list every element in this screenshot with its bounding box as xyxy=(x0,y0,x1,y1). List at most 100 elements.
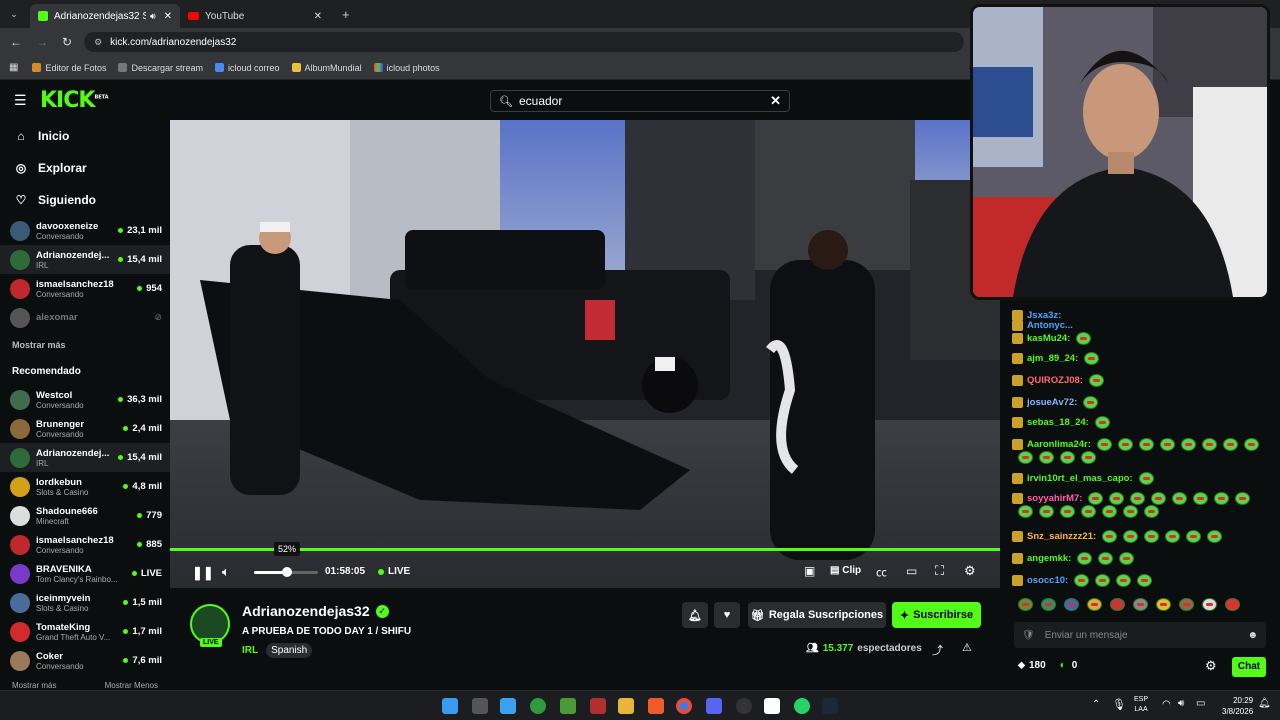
footer-show-more[interactable]: Mostrar más xyxy=(12,681,56,690)
new-tab-icon[interactable]: + xyxy=(342,7,350,22)
subscribe-button[interactable]: ✦ Suscribirse xyxy=(892,602,981,628)
kick-coin-icon[interactable]: ◐ xyxy=(1060,660,1066,671)
chat-username[interactable]: ajm_89_24: xyxy=(1027,353,1078,364)
brave-icon[interactable] xyxy=(648,698,664,714)
whatsapp-icon[interactable] xyxy=(794,698,810,714)
chat-username[interactable]: Snz_sainzzz21: xyxy=(1027,531,1096,542)
sidebar-channel[interactable]: Shadoune666 Minecraft 779 xyxy=(0,501,170,530)
emote-icon[interactable] xyxy=(1156,598,1171,611)
chat-username[interactable]: QUIROZJ08: xyxy=(1027,375,1083,386)
emote-icon[interactable] xyxy=(1110,598,1125,611)
close-tab-icon[interactable]: ✕ xyxy=(314,11,322,22)
pause-icon[interactable]: ❚❚ xyxy=(192,565,214,581)
bookmark-item[interactable]: AlbumMundial xyxy=(291,63,362,73)
bookmark-item[interactable]: Editor de Fotos xyxy=(32,63,106,73)
emote-icon[interactable] xyxy=(1064,598,1079,611)
volume-icon[interactable]: 🔈︎ xyxy=(222,564,230,580)
microphone-icon[interactable]: 🎙︎ xyxy=(1112,698,1126,711)
footer-show-less[interactable]: Mostrar Menos xyxy=(105,681,158,690)
language-bottom[interactable]: LAA xyxy=(1134,705,1148,715)
sidebar-channel[interactable]: lordkebun Slots & Casino 4,8 mil xyxy=(0,472,170,501)
language-top[interactable]: ESP xyxy=(1134,695,1148,705)
bookmark-item[interactable]: icloud photos xyxy=(373,63,440,73)
follow-button[interactable]: ♥ xyxy=(714,602,740,628)
chat-username[interactable]: angemkk: xyxy=(1027,553,1071,564)
volume-knob[interactable] xyxy=(282,567,293,577)
sidebar-channel[interactable]: BRAVENIKA Tom Clancy's Rainbo... LIVE xyxy=(0,559,170,588)
audio-icon[interactable]: 🔊︎ xyxy=(150,11,156,22)
search-input[interactable]: 🔍︎ ecuador ✕ xyxy=(490,90,790,112)
fullscreen-icon[interactable]: ⛶ xyxy=(935,563,944,579)
sidebar-channel[interactable]: Adrianozendej... IRL 15,4 mil xyxy=(0,443,170,472)
chat-send-button[interactable]: Chat xyxy=(1232,657,1266,677)
sidebar-channel[interactable]: Coker Conversando 7,6 mil xyxy=(0,646,170,675)
show-more-link[interactable]: Mostrar más xyxy=(0,332,170,358)
speaker-icon[interactable]: 🔊︎ xyxy=(1178,698,1184,709)
task-view-icon[interactable] xyxy=(472,698,488,714)
game-icon[interactable] xyxy=(590,698,606,714)
chat-username[interactable]: josueAv72: xyxy=(1027,397,1077,408)
tray-chevron-icon[interactable]: ⌃ xyxy=(1092,699,1100,710)
chat-username[interactable]: soyyahirM7: xyxy=(1027,493,1082,504)
reload-icon[interactable]: ↻ xyxy=(62,35,72,49)
gift-subs-button[interactable]: 🎁︎ Regala Suscripciones xyxy=(748,602,886,628)
video-player[interactable] xyxy=(170,120,1000,588)
sidebar-channel[interactable]: Adrianozendej... IRL 15,4 mil xyxy=(0,245,170,274)
clock-date[interactable]: 3/8/2026 xyxy=(1222,706,1253,717)
windows-start-icon[interactable] xyxy=(442,698,458,714)
sidebar-channel[interactable]: alexomar ⊘ xyxy=(0,303,170,332)
clear-search-icon[interactable]: ✕ xyxy=(770,93,781,109)
clip-button[interactable]: ▤ Clip xyxy=(830,565,861,576)
notifications-button[interactable]: 🔔︎ xyxy=(682,602,708,628)
theater-mode-icon[interactable]: ▣ xyxy=(804,564,815,578)
tab-youtube[interactable]: YouTube ✕ xyxy=(180,4,330,28)
emoji-icon[interactable]: ☻ xyxy=(1247,630,1258,641)
report-icon[interactable]: ⚠ xyxy=(962,641,972,654)
nav-explore[interactable]: ◎ Explorar xyxy=(0,152,170,184)
sidebar-channel[interactable]: Westcol Conversando 36,3 mil xyxy=(0,385,170,414)
chat-username[interactable]: Aaronlima24r: xyxy=(1027,439,1091,450)
points-icon[interactable]: ⬥ xyxy=(1018,660,1025,671)
store-icon[interactable] xyxy=(500,698,516,714)
wifi-icon[interactable]: ◠ xyxy=(1162,699,1171,710)
emote-icon[interactable] xyxy=(1179,598,1194,611)
sidebar-channel[interactable]: davooxeneize Conversando 23,1 mil xyxy=(0,216,170,245)
capcut-icon[interactable] xyxy=(764,698,780,714)
chat-username[interactable]: kasMu24: xyxy=(1027,333,1070,344)
nav-home[interactable]: ⌂ Inicio xyxy=(0,120,170,152)
volume-slider[interactable] xyxy=(254,567,318,577)
steam-icon[interactable] xyxy=(822,698,838,714)
chat-settings-icon[interactable]: ⚙ xyxy=(1205,658,1217,674)
back-icon[interactable]: ← xyxy=(10,35,22,49)
url-field[interactable]: ⚙ kick.com/adrianozendejas32 xyxy=(84,32,965,52)
captions-icon[interactable]: ㏄ xyxy=(876,564,887,580)
chrome-icon[interactable] xyxy=(676,698,692,714)
sidebar-channel[interactable]: ismaelsanchez18 Conversando 954 xyxy=(0,274,170,303)
sidebar-channel[interactable]: Brunenger Conversando 2,4 mil xyxy=(0,414,170,443)
chat-username[interactable]: irvin10rt_el_mas_capo: xyxy=(1027,473,1133,484)
settings-gear-icon[interactable]: ⚙ xyxy=(964,563,976,579)
emote-icon[interactable] xyxy=(1133,598,1148,611)
emote-icon[interactable] xyxy=(1087,598,1102,611)
chat-username[interactable]: sebas_18_24: xyxy=(1027,417,1089,428)
channel-name[interactable]: Adrianozendejas32 xyxy=(242,603,370,619)
tab-kick[interactable]: Adrianozendejas32 Stream 🔊︎ ✕ xyxy=(30,4,180,28)
chat-username[interactable]: Antonyc... xyxy=(1027,320,1073,331)
chat-username[interactable]: osocc10: xyxy=(1027,575,1068,586)
battery-icon[interactable]: ▭ xyxy=(1196,698,1205,709)
obs-icon[interactable] xyxy=(736,698,752,714)
emote-icon[interactable] xyxy=(1018,598,1033,611)
emote-icon[interactable] xyxy=(1225,598,1240,611)
xbox-icon[interactable] xyxy=(530,698,546,714)
emote-icon[interactable] xyxy=(1202,598,1217,611)
tab-list-chevron-icon[interactable]: ⌄ xyxy=(4,9,24,20)
emote-icon[interactable] xyxy=(1041,598,1056,611)
language-tag[interactable]: Spanish xyxy=(266,643,313,658)
kick-logo[interactable]: KICKBETA xyxy=(40,88,109,113)
notification-bell-icon[interactable]: 🔔︎ xyxy=(1258,698,1271,709)
clock-time[interactable]: 20:29 xyxy=(1222,695,1253,706)
close-tab-icon[interactable]: ✕ xyxy=(164,11,172,22)
miniplayer-icon[interactable]: ▭ xyxy=(906,564,917,578)
bookmark-item[interactable]: Descargar stream xyxy=(118,63,203,73)
site-info-icon[interactable]: ⚙ xyxy=(94,37,102,48)
